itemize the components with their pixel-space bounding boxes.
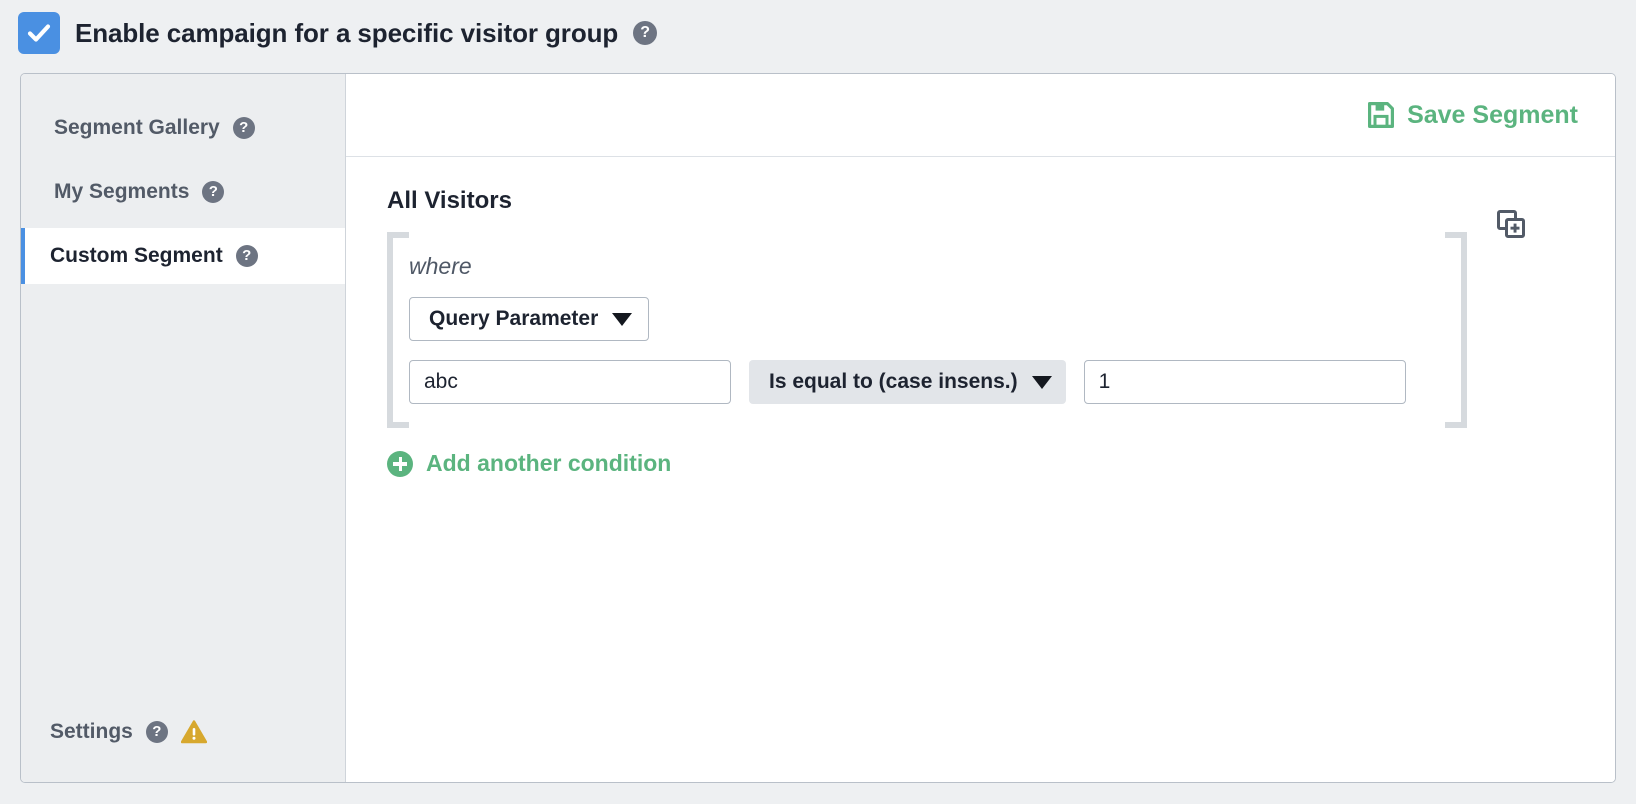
enable-campaign-label: Enable campaign for a specific visitor g… [75, 17, 619, 48]
segment-editor-panel: Segment Gallery ? My Segments ? Custom S… [20, 73, 1616, 783]
sidebar-settings-label: Settings [50, 720, 133, 743]
chevron-down-icon [1031, 375, 1052, 389]
sidebar-item-label: Custom Segment [50, 244, 223, 267]
segment-title: All Visitors [387, 187, 512, 214]
plus-circle-icon [387, 450, 413, 477]
duplicate-condition-icon [1497, 210, 1525, 238]
sidebar-item-segment-gallery[interactable]: Segment Gallery ? [21, 100, 345, 156]
enable-campaign-checkbox[interactable] [18, 12, 60, 54]
condition-keyword-input[interactable] [409, 360, 731, 404]
add-another-condition-button[interactable]: Add another condition [387, 450, 671, 477]
sidebar-item-custom-segment[interactable]: Custom Segment ? [21, 228, 345, 284]
condition-bracket-left [387, 232, 409, 428]
settings-help-icon[interactable]: ? [145, 721, 168, 743]
where-label: where [409, 253, 472, 279]
my-segments-help-icon[interactable]: ? [202, 181, 225, 203]
condition-dimension-row: Query Parameter [409, 297, 1467, 341]
segment-content-body: All Visitors where Query Parameter Is eq… [346, 157, 1615, 782]
segment-content: Save Segment All Visitors where Query Pa… [346, 74, 1615, 782]
sidebar-item-label: Segment Gallery [54, 116, 220, 139]
segment-sidebar: Segment Gallery ? My Segments ? Custom S… [21, 74, 346, 782]
condition-group: where Query Parameter Is equal to (case … [387, 232, 1467, 428]
save-segment-button[interactable]: Save Segment [1367, 101, 1578, 130]
operator-select[interactable]: Is equal to (case insens.) [749, 360, 1066, 404]
dimension-select[interactable]: Query Parameter [409, 297, 650, 341]
add-another-condition-label: Add another condition [426, 450, 672, 476]
segment-gallery-help-icon[interactable]: ? [232, 117, 255, 139]
condition-value-input[interactable] [1083, 360, 1406, 404]
enable-campaign-row: Enable campaign for a specific visitor g… [18, 12, 658, 54]
duplicate-condition-button[interactable] [1496, 209, 1526, 244]
operator-select-value: Is equal to (case insens.) [769, 370, 1018, 393]
enable-campaign-help-icon[interactable]: ? [633, 21, 658, 45]
sidebar-item-settings[interactable]: Settings ? [21, 704, 345, 760]
chevron-down-icon [612, 312, 633, 326]
condition-bracket-right [1445, 232, 1467, 428]
warning-triangle-icon[interactable] [180, 720, 207, 744]
segment-content-header: Save Segment [346, 74, 1615, 157]
floppy-disk-icon [1368, 102, 1395, 128]
sidebar-item-label: My Segments [54, 180, 190, 203]
check-icon [27, 24, 51, 42]
custom-segment-help-icon[interactable]: ? [235, 245, 258, 267]
dimension-select-value: Query Parameter [429, 307, 599, 330]
save-segment-label: Save Segment [1407, 100, 1578, 129]
sidebar-item-my-segments[interactable]: My Segments ? [21, 164, 345, 220]
condition-value-row: Is equal to (case insens.) [409, 360, 1467, 404]
